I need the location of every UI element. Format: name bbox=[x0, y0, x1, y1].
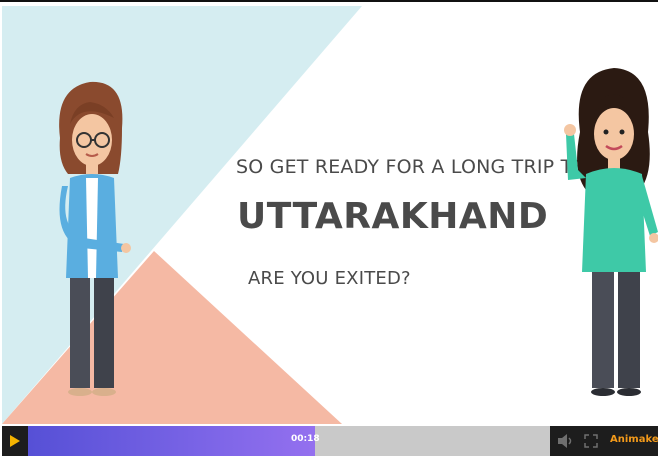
current-time-label: 00:18 bbox=[291, 434, 320, 444]
top-border bbox=[0, 0, 658, 2]
video-stage[interactable]: SO GET READY FOR A LONG TRIP TO UTTARAKH… bbox=[2, 6, 658, 424]
control-panel-right: Animaker bbox=[550, 426, 658, 456]
video-player: SO GET READY FOR A LONG TRIP TO UTTARAKH… bbox=[0, 0, 658, 456]
play-icon bbox=[10, 435, 20, 447]
progress-fill bbox=[28, 426, 315, 456]
brand-logo-link[interactable]: Animaker bbox=[610, 434, 658, 445]
progress-bar[interactable]: 00:18 bbox=[28, 426, 550, 456]
player-controls: 00:18 Animaker bbox=[2, 426, 658, 456]
volume-icon[interactable] bbox=[558, 434, 574, 448]
fullscreen-icon[interactable] bbox=[584, 434, 598, 448]
caption-line-3: ARE YOU EXITED? bbox=[248, 268, 411, 289]
caption-title: UTTARAKHAND bbox=[237, 196, 549, 237]
play-button[interactable] bbox=[2, 426, 28, 456]
caption-line-1: SO GET READY FOR A LONG TRIP TO bbox=[236, 156, 588, 178]
left-character-illustration bbox=[59, 81, 131, 396]
right-character-illustration bbox=[564, 68, 658, 396]
